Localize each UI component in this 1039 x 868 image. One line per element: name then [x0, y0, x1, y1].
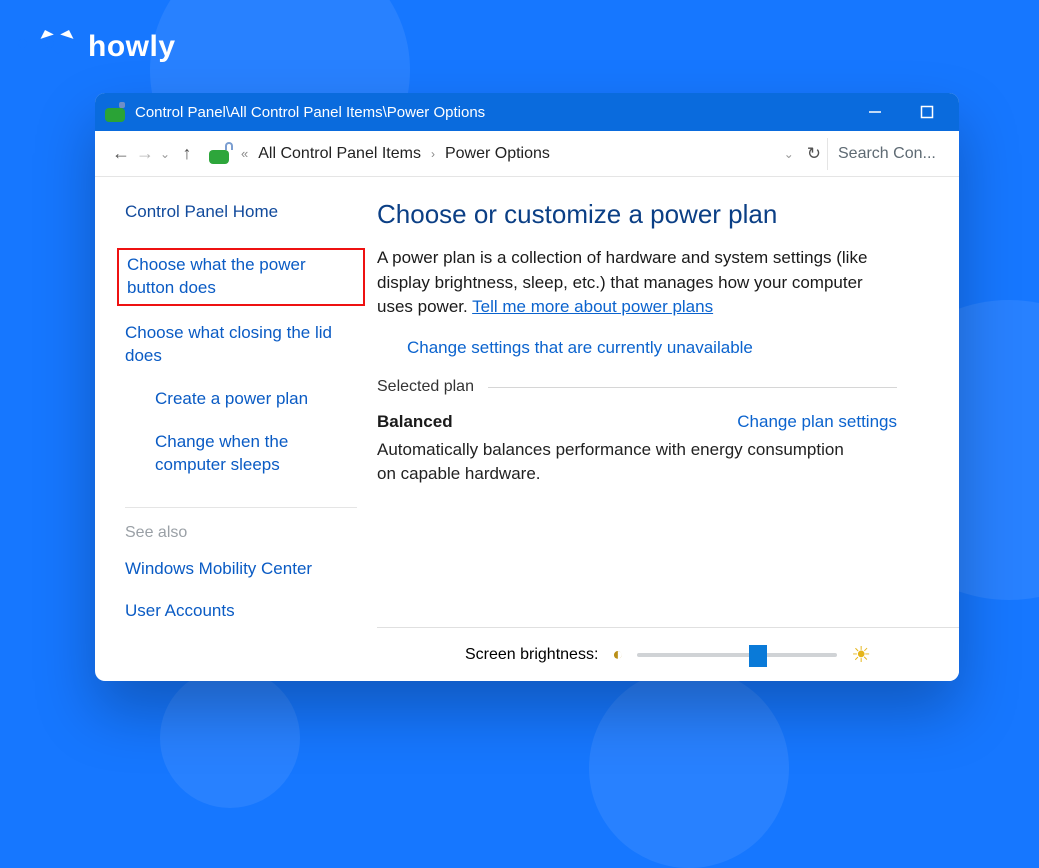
search-input[interactable]: Search Con...	[827, 138, 959, 170]
breadcrumb-all-items[interactable]: All Control Panel Items	[252, 141, 427, 167]
shield-icon	[125, 390, 145, 410]
breadcrumb-power-options[interactable]: Power Options	[439, 141, 556, 167]
sidebar-item-sleep[interactable]: Change when the computer sleeps	[125, 431, 357, 477]
breadcrumb-sep-icon: «	[241, 146, 248, 161]
change-unavailable-link[interactable]: Change settings that are currently unava…	[407, 338, 753, 358]
see-also-mobility-center[interactable]: Windows Mobility Center	[125, 558, 357, 581]
forward-button[interactable]: →	[133, 143, 157, 164]
window-title: Control Panel\All Control Panel Items\Po…	[135, 104, 485, 121]
address-dropdown-button[interactable]: ⌄	[781, 147, 797, 161]
back-button[interactable]: ←	[109, 143, 133, 164]
divider	[125, 507, 357, 508]
address-bar: ← → ⌄ ↑ « All Control Panel Items › Powe…	[95, 131, 959, 177]
plan-description: Automatically balances performance with …	[377, 438, 857, 486]
divider	[488, 387, 897, 388]
search-placeholder: Search Con...	[838, 145, 936, 163]
see-also-label: User Accounts	[125, 600, 235, 623]
see-also-label: Windows Mobility Center	[125, 558, 312, 581]
slider-thumb[interactable]	[749, 645, 767, 667]
sidebar-home-label: Control Panel Home	[125, 201, 278, 224]
window: Control Panel\All Control Panel Items\Po…	[95, 93, 959, 681]
title-bar: Control Panel\All Control Panel Items\Po…	[95, 93, 959, 131]
maximize-button[interactable]	[901, 93, 953, 131]
plan-name: Balanced	[377, 412, 453, 432]
sidebar-item-create-plan[interactable]: Create a power plan	[125, 388, 357, 411]
sidebar-item-label: Choose what the power button does	[117, 248, 365, 306]
power-options-icon	[207, 140, 235, 168]
chevron-right-icon[interactable]: ›	[431, 147, 435, 161]
minimize-button[interactable]	[849, 93, 901, 131]
up-button[interactable]: ↑	[175, 143, 199, 164]
intro-paragraph: A power plan is a collection of hardware…	[377, 246, 897, 320]
refresh-button[interactable]: ↻	[807, 144, 821, 164]
owl-icon	[36, 28, 78, 66]
brightness-footer: Screen brightness: ◐ ☀	[377, 627, 959, 681]
moon-icon	[125, 433, 145, 453]
sidebar: Control Panel Home Choose what the power…	[95, 177, 377, 681]
howly-logo: howly	[36, 28, 176, 66]
brightness-high-icon: ☀	[851, 642, 871, 668]
sidebar-item-power-button[interactable]: Choose what the power button does	[125, 252, 357, 302]
decorative-circle	[160, 668, 300, 808]
maximize-icon	[920, 105, 934, 119]
minimize-icon	[868, 105, 882, 119]
page-heading: Choose or customize a power plan	[377, 199, 959, 230]
brightness-label: Screen brightness:	[465, 646, 598, 664]
sidebar-item-label: Create a power plan	[155, 388, 308, 411]
selected-plan-heading: Selected plan	[377, 378, 474, 396]
sidebar-item-closing-lid[interactable]: Choose what closing the lid does	[125, 322, 357, 368]
history-dropdown-button[interactable]: ⌄	[157, 147, 173, 161]
shield-icon	[377, 340, 397, 360]
brightness-low-icon: ◐	[612, 644, 623, 665]
sidebar-item-label: Change when the computer sleeps	[155, 431, 357, 477]
brightness-slider[interactable]	[637, 648, 837, 662]
main-content: Choose or customize a power plan A power…	[377, 177, 959, 681]
learn-more-link[interactable]: Tell me more about power plans	[472, 297, 713, 316]
brand-name: howly	[88, 30, 176, 64]
see-also-user-accounts[interactable]: User Accounts	[125, 600, 357, 623]
change-plan-link[interactable]: Change plan settings	[737, 412, 897, 432]
see-also-heading: See also	[125, 524, 357, 542]
slider-track	[637, 653, 837, 657]
sidebar-home[interactable]: Control Panel Home	[125, 201, 357, 224]
sidebar-item-label: Choose what closing the lid does	[125, 322, 357, 368]
power-options-icon	[105, 102, 125, 122]
decorative-circle	[589, 668, 789, 868]
